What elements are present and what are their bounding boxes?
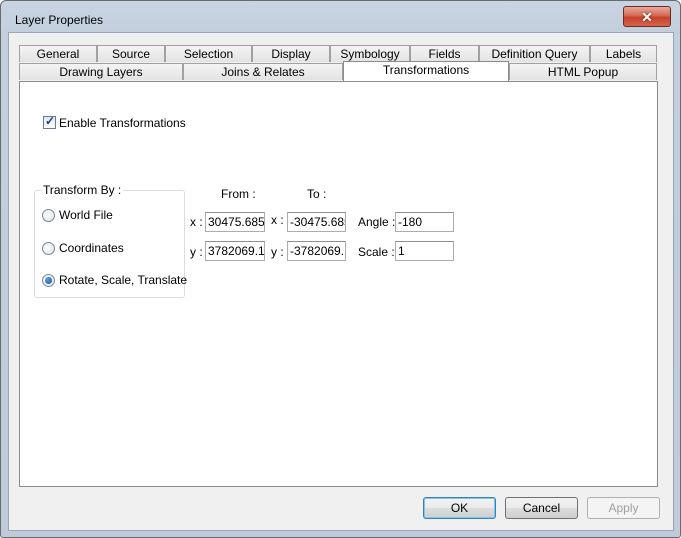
- scale-input[interactable]: 1: [395, 241, 454, 261]
- tab-labels[interactable]: Labels: [590, 45, 657, 62]
- close-icon: ✕: [641, 8, 653, 25]
- coordinates-radio[interactable]: [42, 242, 55, 255]
- enable-transformations-checkbox[interactable]: ✓: [43, 114, 56, 129]
- tab-transformations[interactable]: Transformations: [343, 61, 509, 81]
- rotate-scale-translate-radio[interactable]: [42, 274, 55, 287]
- scale-label: Scale :: [358, 245, 395, 259]
- cancel-button[interactable]: Cancel: [505, 497, 578, 519]
- from-y-label: y :: [190, 245, 203, 259]
- rotate-scale-translate-label: Rotate, Scale, Translate: [59, 273, 188, 287]
- from-header: From :: [221, 187, 256, 201]
- checkmark-icon: ✓: [45, 114, 56, 128]
- to-x-input[interactable]: -30475.685: [287, 212, 346, 232]
- tab-symbology[interactable]: Symbology: [330, 45, 410, 62]
- radio-selected-dot: [45, 277, 52, 284]
- angle-label: Angle :: [358, 215, 396, 229]
- tab-drawing-layers[interactable]: Drawing Layers: [19, 63, 183, 80]
- world-file-label: World File: [59, 208, 113, 222]
- from-y-input[interactable]: 3782069.13: [205, 241, 265, 261]
- tab-html-popup[interactable]: HTML Popup: [509, 63, 657, 80]
- window-title: Layer Properties: [15, 13, 104, 27]
- tab-display[interactable]: Display: [252, 45, 330, 62]
- apply-button[interactable]: Apply: [587, 497, 660, 519]
- tab-source[interactable]: Source: [97, 45, 165, 62]
- world-file-radio[interactable]: [42, 209, 55, 222]
- to-y-label: y :: [271, 245, 284, 259]
- enable-transformations-label: Enable Transformations: [59, 116, 186, 130]
- coordinates-label: Coordinates: [59, 241, 124, 255]
- transform-by-legend: Transform By :: [41, 183, 124, 197]
- ok-button[interactable]: OK: [423, 497, 496, 519]
- tab-fields[interactable]: Fields: [410, 45, 479, 62]
- tab-definition-query[interactable]: Definition Query: [479, 45, 590, 62]
- tab-general[interactable]: General: [19, 45, 97, 62]
- to-y-input[interactable]: -3782069.1: [287, 241, 346, 261]
- tab-selection[interactable]: Selection: [165, 45, 252, 62]
- to-x-label: x :: [271, 213, 284, 227]
- close-button[interactable]: ✕: [623, 6, 671, 27]
- to-header: To :: [307, 187, 327, 201]
- tab-joins-relates[interactable]: Joins & Relates: [183, 63, 343, 80]
- from-x-input[interactable]: 30475.6855: [205, 212, 265, 232]
- from-x-label: x :: [190, 215, 203, 229]
- angle-input[interactable]: -180: [395, 212, 454, 232]
